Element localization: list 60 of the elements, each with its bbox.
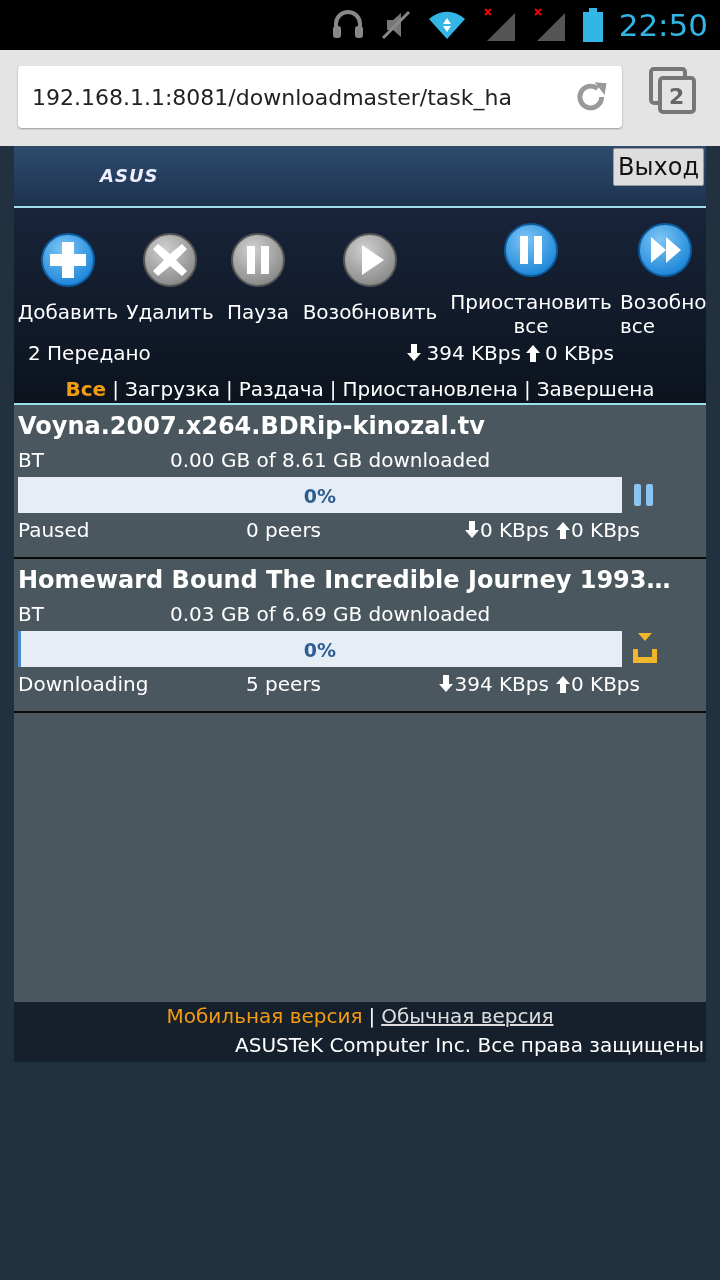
resume-all-button[interactable]: Возобно все xyxy=(620,222,710,338)
download-speed: 394 KBps xyxy=(454,671,549,698)
pause-icon xyxy=(503,222,559,278)
copyright-text: ASUSTeK Computer Inc. Все права защищены xyxy=(234,1032,705,1059)
task-name[interactable]: Voyna.2007.x264.BDRip-kinozal.tv xyxy=(18,409,702,443)
play-icon xyxy=(342,232,398,288)
task-status: Paused xyxy=(18,517,91,544)
filter-tab[interactable]: Все xyxy=(65,377,107,401)
download-speed: 394 KBps xyxy=(426,340,521,367)
separator: | xyxy=(368,1004,376,1028)
task-size: 0.00 GB of 8.61 GB downloaded xyxy=(170,447,491,474)
filter-tab[interactable]: Раздача xyxy=(238,377,324,401)
task-type: BT xyxy=(18,601,45,628)
pause-button[interactable]: Пауза xyxy=(222,232,294,324)
task-status: Downloading xyxy=(18,671,150,698)
delete-button[interactable]: Удалить xyxy=(124,232,216,324)
version-link[interactable]: Обычная версия xyxy=(381,1004,554,1028)
task-name[interactable]: Homeward Bound The Incredible Journey 1993… xyxy=(18,563,702,597)
upload-arrow-icon xyxy=(554,521,571,539)
progress-percent: 0% xyxy=(302,484,338,509)
version-link[interactable]: Мобильная версия xyxy=(166,1004,363,1028)
plus-icon xyxy=(40,232,96,288)
filter-tab[interactable]: Завершена xyxy=(536,377,655,401)
filter-tab[interactable]: Приостановлена xyxy=(342,377,518,401)
upload-arrow-icon xyxy=(524,344,541,362)
task-type: BT xyxy=(18,447,45,474)
transferred-count: 2 Передано xyxy=(28,340,151,367)
clock-time: 22:50 xyxy=(618,5,708,45)
peer-count: 0 peers xyxy=(246,517,322,544)
battery-icon xyxy=(582,8,603,42)
pause-all-button[interactable]: Приостановить все xyxy=(448,222,614,338)
signal-icon xyxy=(482,7,517,43)
separator: | xyxy=(523,377,531,401)
separator: | xyxy=(225,377,233,401)
upload-speed: 0 KBps xyxy=(570,671,640,698)
progress-percent: 0% xyxy=(302,638,338,663)
upload-arrow-icon xyxy=(554,675,571,693)
download-arrow-icon xyxy=(463,521,480,539)
download-arrow-icon xyxy=(406,344,423,362)
download-arrow-icon xyxy=(438,675,455,693)
download-speed: 0 KBps xyxy=(479,517,549,544)
pause-icon xyxy=(230,232,286,288)
add-button[interactable]: Добавить xyxy=(16,232,120,324)
task-size: 0.03 GB of 6.69 GB downloaded xyxy=(170,601,491,628)
address-field[interactable]: 192.168.1.1:8081/downloadmaster/task_ha xyxy=(32,80,573,114)
resume-button[interactable]: Возобновить xyxy=(300,232,440,324)
signal-icon xyxy=(532,7,567,43)
fast-forward-icon xyxy=(637,222,693,278)
address-bar[interactable]: 192.168.1.1:8081/downloadmaster/task_ha xyxy=(18,66,622,128)
separator: | xyxy=(329,377,337,401)
mute-icon xyxy=(380,8,411,42)
wifi-icon xyxy=(426,9,467,41)
filter-tab[interactable]: Загрузка xyxy=(124,377,220,401)
cross-icon xyxy=(142,232,198,288)
logo: ASUS xyxy=(100,164,159,188)
upload-speed: 0 KBps xyxy=(544,340,614,367)
upload-speed: 0 KBps xyxy=(570,517,640,544)
separator: | xyxy=(112,377,119,401)
logout-button[interactable]: Выход xyxy=(613,148,704,186)
peer-count: 5 peers xyxy=(246,671,322,698)
